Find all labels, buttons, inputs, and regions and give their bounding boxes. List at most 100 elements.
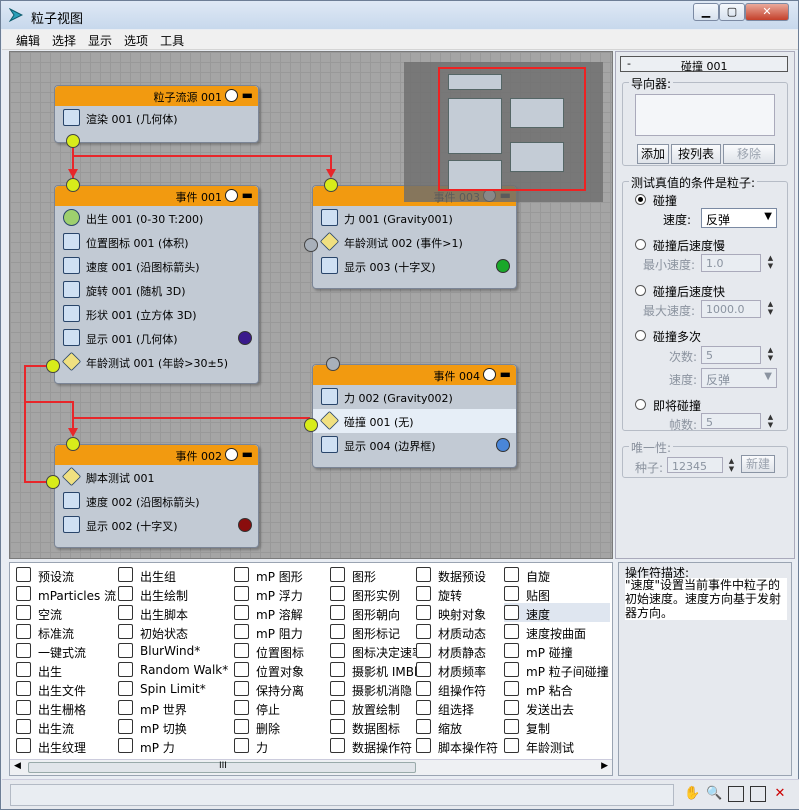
operator-row[interactable]: 显示 002 (十字叉) bbox=[55, 513, 258, 537]
operator-row-selected[interactable]: 碰撞 001 (无) bbox=[313, 409, 516, 433]
depot-item[interactable]: 材质静态 bbox=[416, 641, 516, 660]
multi-speed-dropdown[interactable]: 反弹 ▼ bbox=[701, 368, 777, 388]
depot-item[interactable]: 图形标记 bbox=[330, 622, 430, 641]
depot-item[interactable]: 保持分离 bbox=[234, 679, 334, 698]
collapse-icon[interactable]: ▬ bbox=[242, 447, 253, 461]
add-button[interactable]: 添加 bbox=[637, 144, 669, 164]
max-speed-field[interactable]: 1000.0 bbox=[701, 300, 761, 318]
depot-item[interactable]: 自旋 bbox=[504, 565, 604, 584]
remove-button[interactable]: 移除 bbox=[723, 144, 775, 164]
times-field[interactable]: 5 bbox=[701, 346, 761, 364]
operator-row[interactable]: 旋转 001 (随机 3D) bbox=[55, 278, 258, 302]
display-color-swatch[interactable] bbox=[496, 259, 510, 273]
output-pin[interactable] bbox=[66, 134, 80, 148]
depot-item[interactable]: 摄影机消隐 bbox=[330, 679, 430, 698]
collapse-icon[interactable]: ▬ bbox=[242, 188, 253, 202]
lightbulb-icon[interactable] bbox=[225, 89, 238, 102]
depot-item[interactable]: 图形实例 bbox=[330, 584, 430, 603]
rollout-header[interactable]: - 碰撞 001 bbox=[620, 56, 788, 73]
depot-item[interactable]: 一键式流 bbox=[16, 641, 116, 660]
depot-item[interactable]: 数据操作符 bbox=[330, 736, 430, 755]
operator-row[interactable]: 力 002 (Gravity002) bbox=[313, 385, 516, 409]
by-list-button[interactable]: 按列表 bbox=[671, 144, 721, 164]
depot-item[interactable]: 速度按曲面 bbox=[504, 622, 604, 641]
depot-item[interactable]: 力 bbox=[234, 736, 334, 755]
will-collide-radio[interactable] bbox=[635, 399, 646, 410]
depot-item[interactable]: 出生 bbox=[16, 660, 116, 679]
collapse-icon[interactable]: ▬ bbox=[500, 367, 511, 381]
depot-item[interactable]: 删除 bbox=[234, 717, 334, 736]
min-speed-field[interactable]: 1.0 bbox=[701, 254, 761, 272]
depot-item[interactable]: 出生文件 bbox=[16, 679, 116, 698]
frames-field[interactable]: 5 bbox=[701, 413, 761, 429]
maximize-button[interactable]: ▢ bbox=[719, 3, 745, 21]
depot-item[interactable]: 标准流 bbox=[16, 622, 116, 641]
collide-slow-radio[interactable] bbox=[635, 239, 646, 250]
menu-display[interactable]: 显示 bbox=[82, 30, 118, 49]
scroll-left-icon[interactable]: ◀ bbox=[14, 761, 21, 771]
depot-item[interactable]: mP 溶解 bbox=[234, 603, 334, 622]
depot-item[interactable]: 年龄测试 bbox=[504, 736, 604, 755]
depot-item[interactable]: Random Walk* bbox=[118, 660, 228, 679]
operator-row[interactable]: 渲染 001 (几何体) bbox=[55, 106, 258, 130]
minimize-button[interactable]: ▁ bbox=[693, 3, 719, 21]
spinner-icon[interactable]: ▲ ▼ bbox=[766, 300, 775, 318]
depot-item[interactable]: 摄影机 IMBlur bbox=[330, 660, 430, 679]
menu-select[interactable]: 选择 bbox=[46, 30, 82, 49]
navigator-viewport-frame[interactable] bbox=[438, 67, 586, 191]
input-pin[interactable] bbox=[66, 437, 80, 451]
lightbulb-icon[interactable] bbox=[225, 448, 238, 461]
collapse-icon[interactable]: ▬ bbox=[242, 88, 253, 102]
depot-item[interactable]: 出生绘制 bbox=[118, 584, 218, 603]
navigator-overlay[interactable] bbox=[404, 62, 603, 202]
operator-row[interactable]: 显示 004 (边界框) bbox=[313, 433, 516, 457]
depot-item[interactable]: mP 切换 bbox=[118, 717, 218, 736]
speed-dropdown[interactable]: 反弹 ▼ bbox=[701, 208, 777, 228]
collide-fast-radio[interactable] bbox=[635, 285, 646, 296]
depot-item[interactable]: mP 阻力 bbox=[234, 622, 334, 641]
depot-item[interactable]: 复制 bbox=[504, 717, 604, 736]
test-output-pin[interactable] bbox=[46, 359, 60, 373]
depot-item[interactable]: mP 图形 bbox=[234, 565, 334, 584]
depot-item[interactable]: 缩放 bbox=[416, 717, 516, 736]
display-color-swatch[interactable] bbox=[496, 438, 510, 452]
depot-item[interactable]: BlurWind* bbox=[118, 641, 218, 660]
menu-tools[interactable]: 工具 bbox=[154, 30, 190, 49]
new-seed-button[interactable]: 新建 bbox=[741, 455, 775, 473]
operator-row[interactable]: 出生 001 (0-30 T:200) bbox=[55, 206, 258, 230]
depot-item[interactable]: 速度 bbox=[504, 603, 610, 622]
depot-item[interactable]: 贴图 bbox=[504, 584, 604, 603]
input-pin[interactable] bbox=[66, 178, 80, 192]
operator-row[interactable]: 年龄测试 001 (年龄>30±5) bbox=[55, 350, 258, 374]
depot-item[interactable]: mP 世界 bbox=[118, 698, 218, 717]
lightbulb-icon[interactable] bbox=[483, 368, 496, 381]
depot-item[interactable]: 材质动态 bbox=[416, 622, 516, 641]
no-zoom-icon[interactable]: ✕ bbox=[772, 786, 788, 802]
scroll-right-icon[interactable]: ▶ bbox=[601, 761, 608, 771]
operator-row[interactable]: 位置图标 001 (体积) bbox=[55, 230, 258, 254]
depot-item[interactable]: 发送出去 bbox=[504, 698, 604, 717]
test-output-pin[interactable] bbox=[304, 238, 318, 252]
collide-radio[interactable] bbox=[635, 194, 646, 205]
depot-item[interactable]: mP 粒子间碰撞 bbox=[504, 660, 609, 679]
depot-item[interactable]: 映射对象 bbox=[416, 603, 516, 622]
depot-item[interactable]: 旋转 bbox=[416, 584, 516, 603]
depot-item[interactable]: mP 粘合 bbox=[504, 679, 604, 698]
depot-item[interactable]: 出生脚本 bbox=[118, 603, 218, 622]
spinner-icon[interactable]: ▲ ▼ bbox=[766, 413, 775, 431]
depot-item[interactable]: 脚本操作符 bbox=[416, 736, 516, 755]
operator-row[interactable]: 力 001 (Gravity001) bbox=[313, 206, 516, 230]
close-button[interactable]: ✕ bbox=[745, 3, 789, 21]
depot-item[interactable]: 空流 bbox=[16, 603, 116, 622]
operator-row[interactable]: 显示 003 (十字叉) bbox=[313, 254, 516, 278]
operator-row[interactable]: 速度 001 (沿图标箭头) bbox=[55, 254, 258, 278]
depot-item[interactable]: 数据预设 bbox=[416, 565, 516, 584]
depot-item[interactable]: 出生栅格 bbox=[16, 698, 116, 717]
seed-field[interactable]: 12345 bbox=[667, 457, 723, 473]
pan-icon[interactable]: ✋ bbox=[684, 786, 700, 802]
depot-item[interactable]: 出生组 bbox=[118, 565, 218, 584]
depot-item[interactable]: 组选择 bbox=[416, 698, 516, 717]
deflectors-list[interactable] bbox=[635, 94, 775, 136]
depot-item[interactable]: 放置绘制 bbox=[330, 698, 430, 717]
particle-source-node[interactable]: 粒子流源 001 ▬ 渲染 001 (几何体) bbox=[54, 85, 259, 143]
